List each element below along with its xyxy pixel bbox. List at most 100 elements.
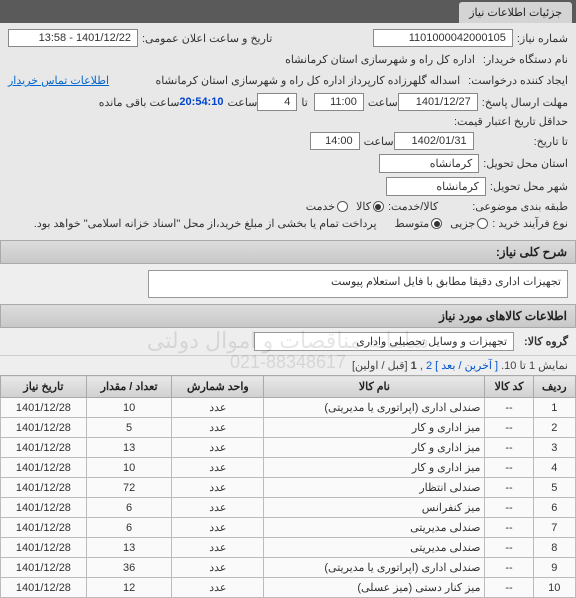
- cell-unit: عدد: [172, 498, 264, 518]
- cell-date: 1401/12/28: [1, 478, 87, 498]
- subject-class-label: طبقه بندی موضوعی:: [472, 200, 568, 213]
- buyer-label: نام دستگاه خریدار:: [483, 53, 568, 66]
- cell-name: میز اداری و کار: [264, 458, 485, 478]
- cell-qty: 72: [86, 478, 172, 498]
- cell-unit: عدد: [172, 538, 264, 558]
- delivery-date: 1402/01/31: [394, 132, 474, 150]
- th-qty: تعداد / مقدار: [86, 376, 172, 398]
- desc-header: شرح کلی نیاز:: [0, 240, 576, 264]
- desc-text: تجهیزات اداری دقیقا مطابق با فایل استعلا…: [148, 270, 568, 298]
- cell-date: 1401/12/28: [1, 518, 87, 538]
- option-medium[interactable]: متوسط: [395, 217, 443, 230]
- radio-icon: [337, 201, 348, 212]
- cell-n: 3: [533, 438, 575, 458]
- option-good[interactable]: کالا: [356, 200, 384, 213]
- option-service[interactable]: خدمت: [306, 200, 348, 213]
- announce-value: 1401/12/22 - 13:58: [8, 29, 138, 47]
- th-row: ردیف: [533, 376, 575, 398]
- remaining-post: ساعت باقی مانده: [99, 96, 180, 109]
- cell-n: 5: [533, 478, 575, 498]
- cell-date: 1401/12/28: [1, 398, 87, 418]
- remaining-pre: تا: [301, 96, 307, 109]
- delivery-date-label: تا تاریخ:: [534, 135, 568, 148]
- cell-date: 1401/12/28: [1, 538, 87, 558]
- th-code: کد کالا: [485, 376, 533, 398]
- table-row[interactable]: 8--صندلی مدیریتیعدد131401/12/28: [1, 538, 576, 558]
- contact-link[interactable]: اطلاعات تماس خریدار: [8, 74, 109, 87]
- cell-unit: عدد: [172, 438, 264, 458]
- cell-name: میز اداری و کار: [264, 418, 485, 438]
- pager: نمایش 1 تا 10. [ آخرین / بعد ] 2 , 1 [قب…: [0, 355, 576, 375]
- option-medium-label: متوسط: [395, 217, 430, 230]
- buyer-value: اداره کل راه و شهرسازی استان کرمانشاه: [281, 51, 479, 68]
- cell-code: --: [485, 558, 533, 578]
- pager-p2[interactable]: 2: [426, 360, 432, 372]
- time-label-1: ساعت: [368, 96, 398, 109]
- table-row[interactable]: 5--صندلی انتظارعدد721401/12/28: [1, 478, 576, 498]
- announce-label: تاریخ و ساعت اعلان عمومی:: [142, 32, 272, 45]
- table-row[interactable]: 1--صندلی اداری (اپراتوری یا مدیریتی)عدد1…: [1, 398, 576, 418]
- cell-unit: عدد: [172, 418, 264, 438]
- requester-value: اسداله گلهرزاده کارپرداز اداره کل راه و …: [151, 72, 464, 89]
- radio-icon: [431, 218, 442, 229]
- good-service-label: کالا/خدمت:: [388, 200, 438, 213]
- cell-qty: 36: [86, 558, 172, 578]
- process-label: نوع فرآیند خرید :: [492, 217, 568, 230]
- cell-name: میز کنفرانس: [264, 498, 485, 518]
- option-partial[interactable]: جزیی: [450, 217, 488, 230]
- table-row[interactable]: 6--میز کنفرانسعدد61401/12/28: [1, 498, 576, 518]
- items-table: ردیف کد کالا نام کالا واحد شمارش تعداد /…: [0, 375, 576, 598]
- cell-name: صندلی مدیریتی: [264, 518, 485, 538]
- cell-code: --: [485, 458, 533, 478]
- cell-qty: 12: [86, 578, 172, 598]
- table-row[interactable]: 4--میز اداری و کارعدد101401/12/28: [1, 458, 576, 478]
- cell-code: --: [485, 478, 533, 498]
- cell-name: میز کنار دستی (میز عسلی): [264, 578, 485, 598]
- cell-unit: عدد: [172, 478, 264, 498]
- time-label-3: ساعت: [364, 135, 394, 148]
- cell-unit: عدد: [172, 518, 264, 538]
- cell-unit: عدد: [172, 458, 264, 478]
- cell-n: 10: [533, 578, 575, 598]
- pager-next[interactable]: بعد ]: [435, 360, 455, 372]
- table-row[interactable]: 9--صندلی اداری (اپراتوری یا مدیریتی)عدد3…: [1, 558, 576, 578]
- group-value: تجهیزات و وسایل تحصیلی واداری: [254, 332, 514, 351]
- cell-date: 1401/12/28: [1, 498, 87, 518]
- cell-date: 1401/12/28: [1, 558, 87, 578]
- province-label: استان محل تحویل:: [483, 157, 568, 170]
- province-value: کرمانشاه: [379, 154, 479, 173]
- cell-date: 1401/12/28: [1, 578, 87, 598]
- option-partial-label: جزیی: [450, 217, 475, 230]
- radio-icon: [373, 201, 384, 212]
- table-row[interactable]: 3--میز اداری و کارعدد131401/12/28: [1, 438, 576, 458]
- cell-name: صندلی اداری (اپراتوری یا مدیریتی): [264, 558, 485, 578]
- cell-qty: 6: [86, 498, 172, 518]
- valid-label: حداقل تاریخ اعتبار قیمت:: [472, 115, 568, 128]
- cell-code: --: [485, 578, 533, 598]
- time-label-2: ساعت: [227, 96, 257, 109]
- group-label: گروه کالا:: [524, 335, 568, 348]
- cell-date: 1401/12/28: [1, 418, 87, 438]
- th-date: تاریخ نیاز: [1, 376, 87, 398]
- items-header: اطلاعات کالاهای مورد نیاز: [0, 304, 576, 328]
- tab-bar: جزئیات اطلاعات نیاز: [0, 0, 576, 23]
- pager-last[interactable]: [ آخرین /: [458, 360, 498, 372]
- option-good-label: کالا: [356, 200, 371, 213]
- need-no-value: 1101000042000105: [373, 29, 513, 47]
- cell-qty: 10: [86, 398, 172, 418]
- pager-p1: 1: [411, 360, 417, 372]
- watermark-line2: 021-88348617: [230, 352, 346, 373]
- payment-note: پرداخت تمام یا بخشی از مبلغ خرید،از محل …: [34, 217, 377, 230]
- cell-unit: عدد: [172, 558, 264, 578]
- requester-label: ایجاد کننده درخواست:: [468, 74, 568, 87]
- form-area: شماره نیاز: 1101000042000105 تاریخ و ساع…: [0, 23, 576, 240]
- table-row[interactable]: 10--میز کنار دستی (میز عسلی)عدد121401/12…: [1, 578, 576, 598]
- pager-sep: ,: [420, 360, 423, 372]
- tab-details[interactable]: جزئیات اطلاعات نیاز: [459, 2, 572, 23]
- table-row[interactable]: 7--صندلی مدیریتیعدد61401/12/28: [1, 518, 576, 538]
- cell-code: --: [485, 398, 533, 418]
- radio-icon: [477, 218, 488, 229]
- cell-n: 7: [533, 518, 575, 538]
- cell-qty: 10: [86, 458, 172, 478]
- table-row[interactable]: 2--میز اداری و کارعدد51401/12/28: [1, 418, 576, 438]
